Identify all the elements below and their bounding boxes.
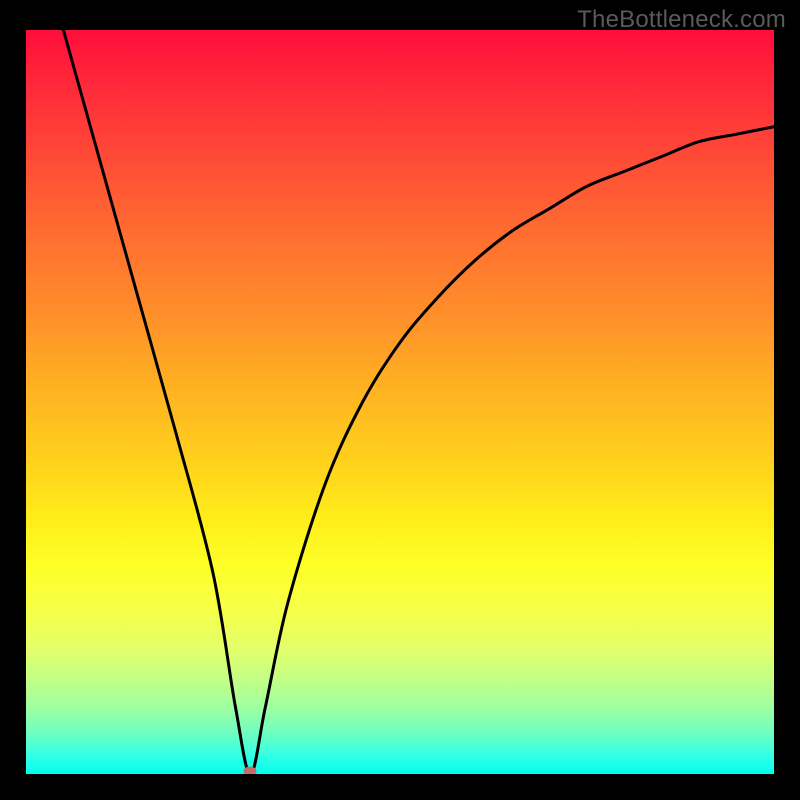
watermark-text: TheBottleneck.com — [577, 6, 786, 34]
minimum-point-marker — [244, 767, 257, 775]
bottleneck-curve — [26, 30, 774, 774]
chart-frame: TheBottleneck.com — [0, 0, 800, 800]
plot-area — [26, 30, 774, 774]
